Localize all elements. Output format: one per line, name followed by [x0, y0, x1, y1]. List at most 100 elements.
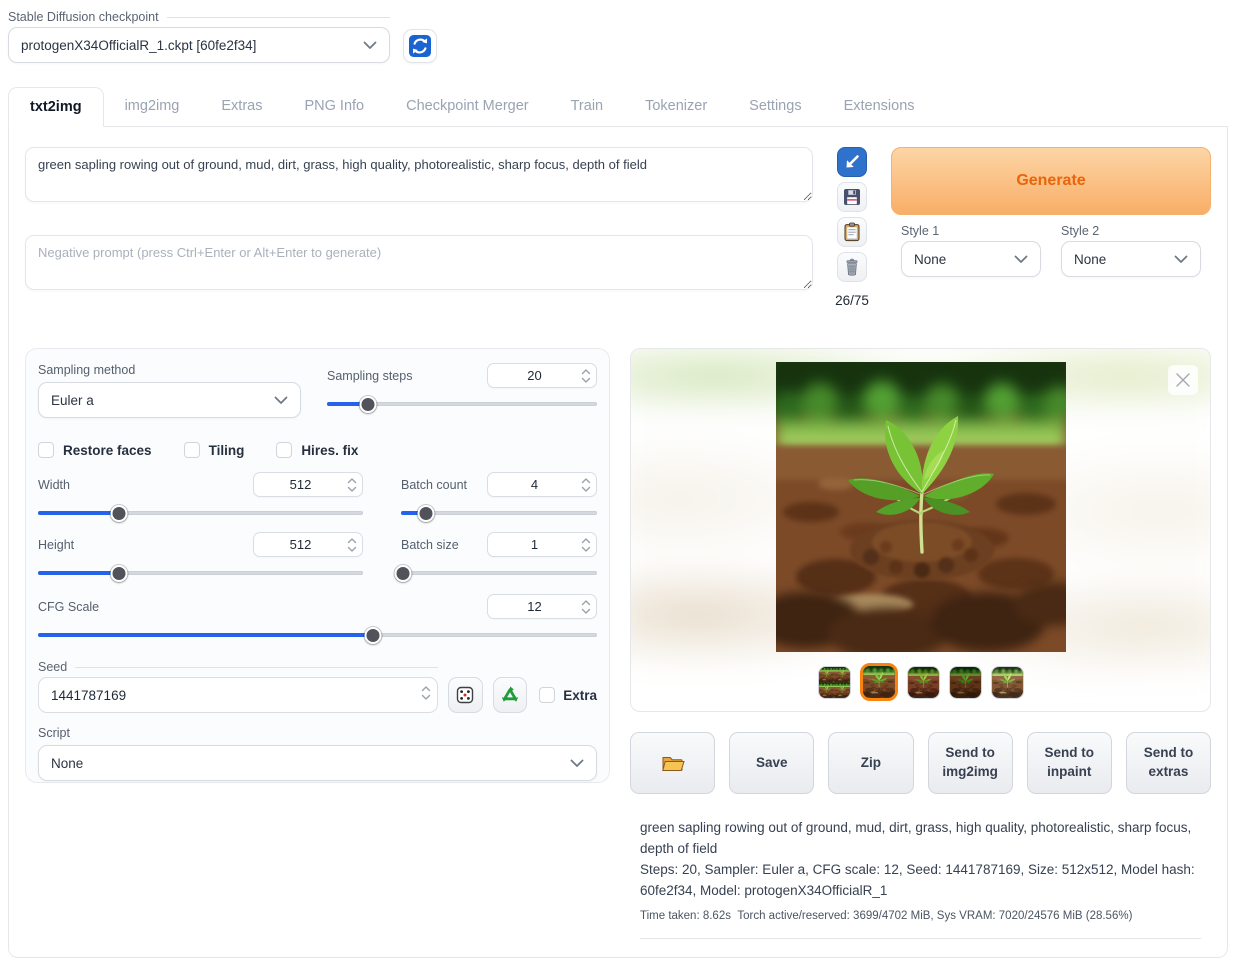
chevron-down-icon	[1014, 255, 1028, 264]
tiling-label: Tiling	[209, 443, 245, 458]
width-input-box	[253, 472, 363, 497]
output-actions-row: Save Zip Send to img2img Send to inpaint…	[630, 732, 1211, 794]
tab-settings[interactable]: Settings	[728, 87, 822, 126]
refresh-icon	[408, 34, 432, 58]
tab-checkpoint-merger[interactable]: Checkpoint Merger	[385, 87, 550, 126]
sampling-steps-label: Sampling steps	[327, 369, 412, 383]
app-root: Stable Diffusion checkpoint protogenX34O…	[0, 0, 1236, 966]
close-gallery-button[interactable]	[1168, 365, 1198, 395]
tiling-checkbox[interactable]	[184, 442, 200, 458]
read-generation-params-button[interactable]	[837, 147, 867, 177]
height-slider[interactable]	[38, 564, 363, 582]
hires-fix-checkbox[interactable]	[276, 442, 292, 458]
seed-field: Seed	[38, 660, 597, 713]
sampling-steps-input-box	[487, 363, 597, 388]
batch-count-label: Batch count	[401, 478, 467, 492]
style1-dropdown[interactable]: None	[901, 241, 1041, 277]
thumbnail-selected[interactable]	[860, 663, 898, 701]
sampling-method-value: Euler a	[51, 393, 94, 408]
info-prompt-text: green sapling rowing out of ground, mud,…	[640, 818, 1201, 860]
save-button[interactable]: Save	[729, 732, 814, 794]
tab-extras[interactable]: Extras	[200, 87, 283, 126]
spinner-icon[interactable]	[581, 368, 596, 384]
generate-button[interactable]: Generate	[891, 147, 1211, 215]
spinner-icon[interactable]	[347, 477, 362, 493]
reuse-seed-button[interactable]	[493, 677, 528, 713]
sampling-method-field: Sampling method Euler a	[38, 363, 301, 418]
send-to-inpaint-button[interactable]: Send to inpaint	[1027, 732, 1112, 794]
height-input[interactable]	[254, 537, 347, 552]
batch-count-input[interactable]	[488, 477, 581, 492]
checkpoint-label: Stable Diffusion checkpoint	[8, 10, 159, 24]
token-counter: 26/75	[835, 293, 869, 308]
style2-value: None	[1074, 252, 1106, 267]
restore-faces-option: Restore faces	[38, 442, 152, 458]
spinner-icon[interactable]	[347, 537, 362, 553]
tab-img2img[interactable]: img2img	[104, 87, 201, 126]
generation-info: green sapling rowing out of ground, mud,…	[630, 818, 1211, 939]
cfg-input[interactable]	[488, 599, 581, 614]
cfg-slider[interactable]	[38, 626, 597, 644]
cfg-input-box	[487, 594, 597, 619]
thumbnail-grid[interactable]	[818, 666, 851, 699]
checkpoint-dropdown[interactable]: protogenX34OfficialR_1.ckpt [60fe2f34]	[8, 27, 390, 63]
send-to-img2img-button[interactable]: Send to img2img	[928, 732, 1013, 794]
open-folder-button[interactable]	[630, 732, 715, 794]
clear-prompt-button[interactable]	[837, 252, 867, 282]
hires-fix-option: Hires. fix	[276, 442, 358, 458]
styles-row: Style 1 None Style 2 None	[891, 224, 1211, 277]
extra-seed-checkbox[interactable]	[539, 687, 555, 703]
tab-train[interactable]: Train	[550, 87, 625, 126]
tab-txt2img[interactable]: txt2img	[8, 87, 104, 127]
batch-size-slider[interactable]	[401, 564, 597, 582]
batch-size-input[interactable]	[488, 537, 581, 552]
thumbnail[interactable]	[949, 666, 982, 699]
chevron-down-icon	[570, 759, 584, 768]
restore-faces-checkbox[interactable]	[38, 442, 54, 458]
save-style-button[interactable]	[837, 182, 867, 212]
batch-count-field: Batch count	[401, 472, 597, 522]
thumbnail[interactable]	[907, 666, 940, 699]
width-input[interactable]	[254, 477, 347, 492]
prompt-input[interactable]: green sapling rowing out of ground, mud,…	[25, 147, 813, 202]
dice-icon	[454, 684, 476, 706]
chevron-down-icon	[274, 396, 288, 405]
gallery-thumbnails	[818, 663, 1024, 701]
refresh-checkpoints-button[interactable]	[403, 29, 437, 63]
seed-input[interactable]	[51, 688, 421, 703]
spinner-icon[interactable]	[581, 599, 596, 615]
tab-extensions[interactable]: Extensions	[823, 87, 936, 126]
tab-png-info[interactable]: PNG Info	[283, 87, 385, 126]
extra-seed-option: Extra	[539, 687, 597, 703]
prompt-section: green sapling rowing out of ground, mud,…	[25, 147, 1211, 308]
chevron-down-icon	[1174, 255, 1188, 264]
spinner-icon[interactable]	[581, 477, 596, 493]
zip-button[interactable]: Zip	[828, 732, 913, 794]
script-label: Script	[38, 726, 597, 740]
sampling-steps-slider[interactable]	[327, 395, 597, 413]
seed-label: Seed	[38, 660, 67, 674]
spinner-icon[interactable]	[421, 685, 431, 706]
spinner-icon[interactable]	[581, 537, 596, 553]
script-dropdown[interactable]: None	[38, 745, 597, 781]
clipboard-icon	[841, 221, 863, 243]
sampling-method-dropdown[interactable]: Euler a	[38, 382, 301, 418]
hires-fix-label: Hires. fix	[301, 443, 358, 458]
apply-style-button[interactable]	[837, 217, 867, 247]
main-tabs: txt2img img2img Extras PNG Info Checkpoi…	[8, 87, 1228, 127]
batch-size-label: Batch size	[401, 538, 459, 552]
tab-tokenizer[interactable]: Tokenizer	[624, 87, 728, 126]
style2-label: Style 2	[1061, 224, 1099, 238]
negative-prompt-input[interactable]	[25, 235, 813, 290]
send-to-extras-button[interactable]: Send to extras	[1126, 732, 1211, 794]
style2-dropdown[interactable]: None	[1061, 241, 1201, 277]
random-seed-button[interactable]	[448, 677, 483, 713]
chevron-down-icon	[363, 41, 377, 50]
generated-image[interactable]	[776, 362, 1066, 652]
sampling-steps-input[interactable]	[488, 368, 581, 383]
style1-label-row: Style 1	[901, 224, 1041, 238]
batch-count-slider[interactable]	[401, 504, 597, 522]
cfg-label: CFG Scale	[38, 600, 99, 614]
width-slider[interactable]	[38, 504, 363, 522]
thumbnail[interactable]	[991, 666, 1024, 699]
